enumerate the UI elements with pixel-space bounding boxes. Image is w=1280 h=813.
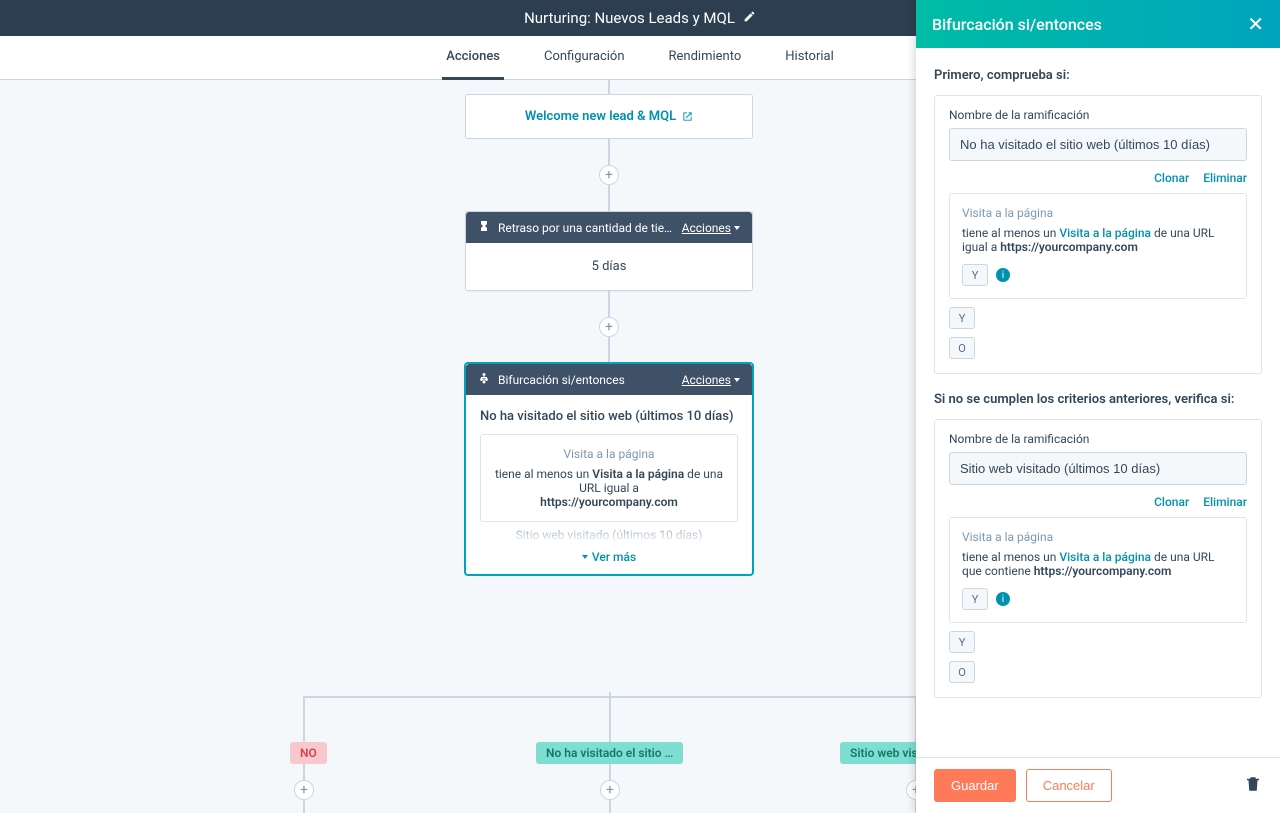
and-chip-inner-1[interactable]: Y [962,264,988,286]
add-action-button-2[interactable]: + [599,317,619,337]
branch-card[interactable]: Bifurcación si/entonces Acciones No ha v… [465,363,753,575]
email-card[interactable]: Welcome new lead & MQL [465,94,753,139]
criteria-box-1[interactable]: Visita a la página tiene al menos un Vis… [949,193,1247,299]
clone-link-1[interactable]: Clonar [1154,171,1189,185]
branch-no-badge: NO [290,742,327,764]
branch-filter-box: Visita a la página tiene al menos un Vis… [480,434,738,522]
section-2-label: Si no se cumplen los criterios anteriore… [934,392,1262,407]
email-link-text: Welcome new lead & MQL [525,109,676,124]
and-chip-inner-2[interactable]: Y [962,588,988,610]
branch-icon [478,372,490,387]
branch-card-actions[interactable]: Acciones [682,373,740,387]
or-chip-2[interactable]: O [949,661,975,683]
tab-historial[interactable]: Historial [781,36,837,80]
branch-group-2: Nombre de la ramificación Clonar Elimina… [934,419,1262,698]
tab-configuracion[interactable]: Configuración [540,36,629,80]
add-branch-1-button[interactable]: + [600,780,620,800]
tab-rendimiento[interactable]: Rendimiento [665,36,746,80]
email-link[interactable]: Welcome new lead & MQL [525,109,693,124]
sidebar-panel: Bifurcación si/entonces ✕ Primero, compr… [916,0,1280,813]
delay-card-title: Retraso por una cantidad de tie… [498,221,674,235]
branch-name-input-1[interactable] [949,128,1247,161]
delay-value: 5 días [466,243,752,290]
branch-name-label-2: Nombre de la ramificación [949,432,1247,446]
external-link-icon [682,111,693,122]
cancel-button[interactable]: Cancelar [1026,769,1112,802]
hourglass-icon [478,220,490,235]
info-icon-2[interactable]: i [996,592,1010,606]
branch-name: No ha visitado el sitio web (últimos 10 … [480,409,738,424]
tab-acciones[interactable]: Acciones [442,36,504,80]
branch-group-1: Nombre de la ramificación Clonar Elimina… [934,95,1262,374]
sidebar-header: Bifurcación si/entonces ✕ [916,0,1280,48]
edit-icon[interactable] [743,10,756,27]
close-icon[interactable]: ✕ [1247,12,1264,36]
view-more-link[interactable]: Ver más [582,550,636,564]
delete-link-1[interactable]: Eliminar [1203,171,1247,185]
branch-name-label-1: Nombre de la ramificación [949,108,1247,122]
branch-truncated-row: Sitio web visitado (últimos 10 días) [480,528,738,542]
and-chip-outer-1[interactable]: Y [949,307,975,329]
info-icon[interactable]: i [996,268,1010,282]
and-chip-outer-2[interactable]: Y [949,631,975,653]
branch-1-badge: No ha visitado el sitio … [536,742,683,764]
save-button[interactable]: Guardar [934,769,1016,802]
delay-card-actions[interactable]: Acciones [682,221,740,235]
add-action-button-1[interactable]: + [599,165,619,185]
or-chip-1[interactable]: O [949,337,975,359]
criteria-box-2[interactable]: Visita a la página tiene al menos un Vis… [949,517,1247,623]
section-1-label: Primero, comprueba si: [934,68,1262,83]
sidebar-title: Bifurcación si/entonces [932,15,1102,34]
delete-icon[interactable] [1244,775,1262,797]
add-branch-no-button[interactable]: + [294,780,314,800]
delete-link-2[interactable]: Eliminar [1203,495,1247,509]
delay-card[interactable]: Retraso por una cantidad de tie… Accione… [465,211,753,291]
branch-card-title: Bifurcación si/entonces [498,373,674,387]
branch-name-input-2[interactable] [949,452,1247,485]
workflow-title: Nurturing: Nuevos Leads y MQL [524,9,735,27]
sidebar-footer: Guardar Cancelar [916,757,1280,813]
clone-link-2[interactable]: Clonar [1154,495,1189,509]
